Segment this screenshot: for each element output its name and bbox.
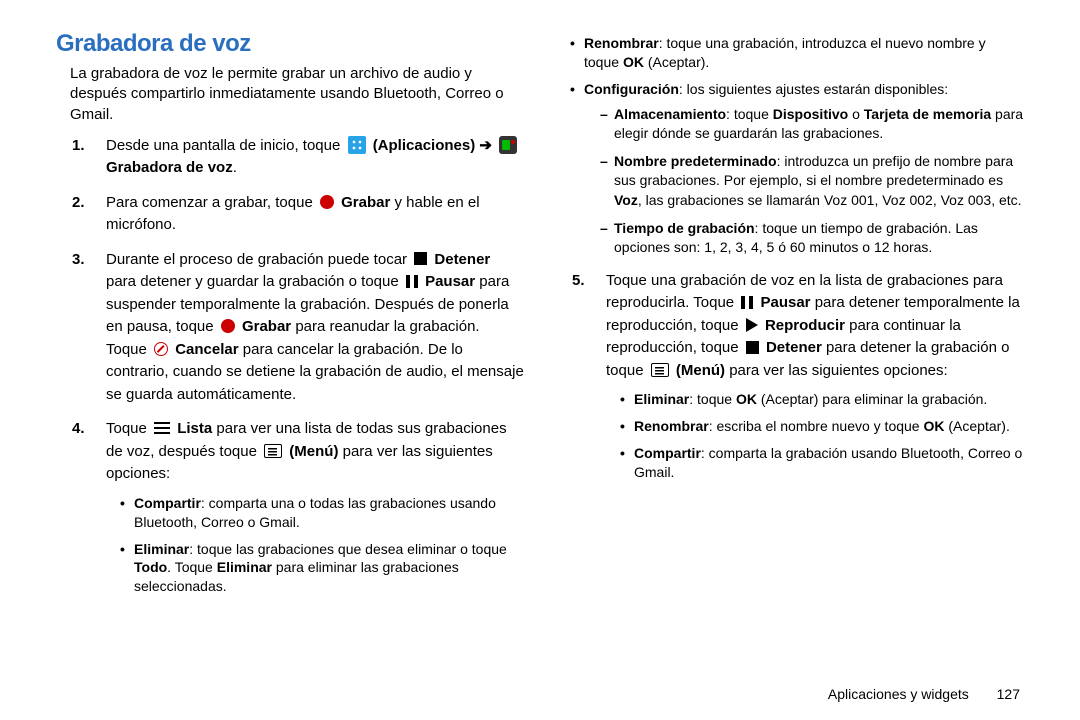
- record-icon: [221, 319, 235, 333]
- list-icon: [154, 422, 170, 435]
- list-item: Eliminar: toque las grabaciones que dese…: [120, 540, 524, 597]
- page-number: 127: [997, 686, 1020, 702]
- step-2: 2. Para comenzar a grabar, toque Grabar …: [106, 192, 524, 237]
- list-item: Renombrar: escriba el nombre nuevo y toq…: [620, 417, 1024, 436]
- steps-list: 1. Desde una pantalla de inicio, toque (…: [56, 135, 524, 596]
- intro-text: La grabadora de voz le permite grabar un…: [70, 64, 524, 125]
- right-column: Renombrar: toque una grabación, introduz…: [540, 30, 1040, 654]
- voice-recorder-icon: [499, 136, 517, 154]
- step5-bullets: Eliminar: toque OK (Aceptar) para elimin…: [606, 390, 1024, 482]
- pause-icon: [406, 275, 418, 288]
- stop-icon: [746, 341, 759, 354]
- list-item: Eliminar: toque OK (Aceptar) para elimin…: [620, 390, 1024, 409]
- list-item: Compartir: comparta una o todas las grab…: [120, 494, 524, 532]
- apps-icon: [348, 136, 366, 154]
- footer-section: Aplicaciones y widgets: [828, 686, 969, 702]
- list-item: Renombrar: toque una grabación, introduz…: [570, 34, 1024, 72]
- page: Grabadora de voz La grabadora de voz le …: [0, 0, 1080, 672]
- config-dashes: Almacenamiento: toque Dispositivo o Tarj…: [584, 105, 1024, 258]
- pause-icon: [741, 296, 753, 309]
- list-item: Nombre predeterminado: introduzca un pre…: [600, 152, 1024, 211]
- list-item: Almacenamiento: toque Dispositivo o Tarj…: [600, 105, 1024, 144]
- menu-icon: [651, 363, 669, 377]
- stop-icon: [414, 252, 427, 265]
- menu-icon: [264, 444, 282, 458]
- play-icon: [746, 318, 758, 332]
- list-item: Configuración: los siguientes ajustes es…: [570, 80, 1024, 258]
- step4-bullets-cont: Renombrar: toque una grabación, introduz…: [556, 34, 1024, 258]
- list-item: Compartir: comparta la grabación usando …: [620, 444, 1024, 482]
- heading: Grabadora de voz: [56, 30, 524, 58]
- list-item: Tiempo de grabación: toque un tiempo de …: [600, 219, 1024, 258]
- step-3: 3. Durante el proceso de grabación puede…: [106, 249, 524, 407]
- step-4: 4. Toque Lista para ver una lista de tod…: [106, 418, 524, 596]
- footer: Aplicaciones y widgets 127: [828, 686, 1020, 702]
- steps-list-cont: 5. Toque una grabación de voz en la list…: [556, 270, 1024, 482]
- cancel-icon: [154, 342, 168, 356]
- step-5: 5. Toque una grabación de voz en la list…: [606, 270, 1024, 482]
- step4-bullets: Compartir: comparta una o todas las grab…: [106, 494, 524, 596]
- left-column: Grabadora de voz La grabadora de voz le …: [40, 30, 540, 654]
- record-icon: [320, 195, 334, 209]
- step-1: 1. Desde una pantalla de inicio, toque (…: [106, 135, 524, 180]
